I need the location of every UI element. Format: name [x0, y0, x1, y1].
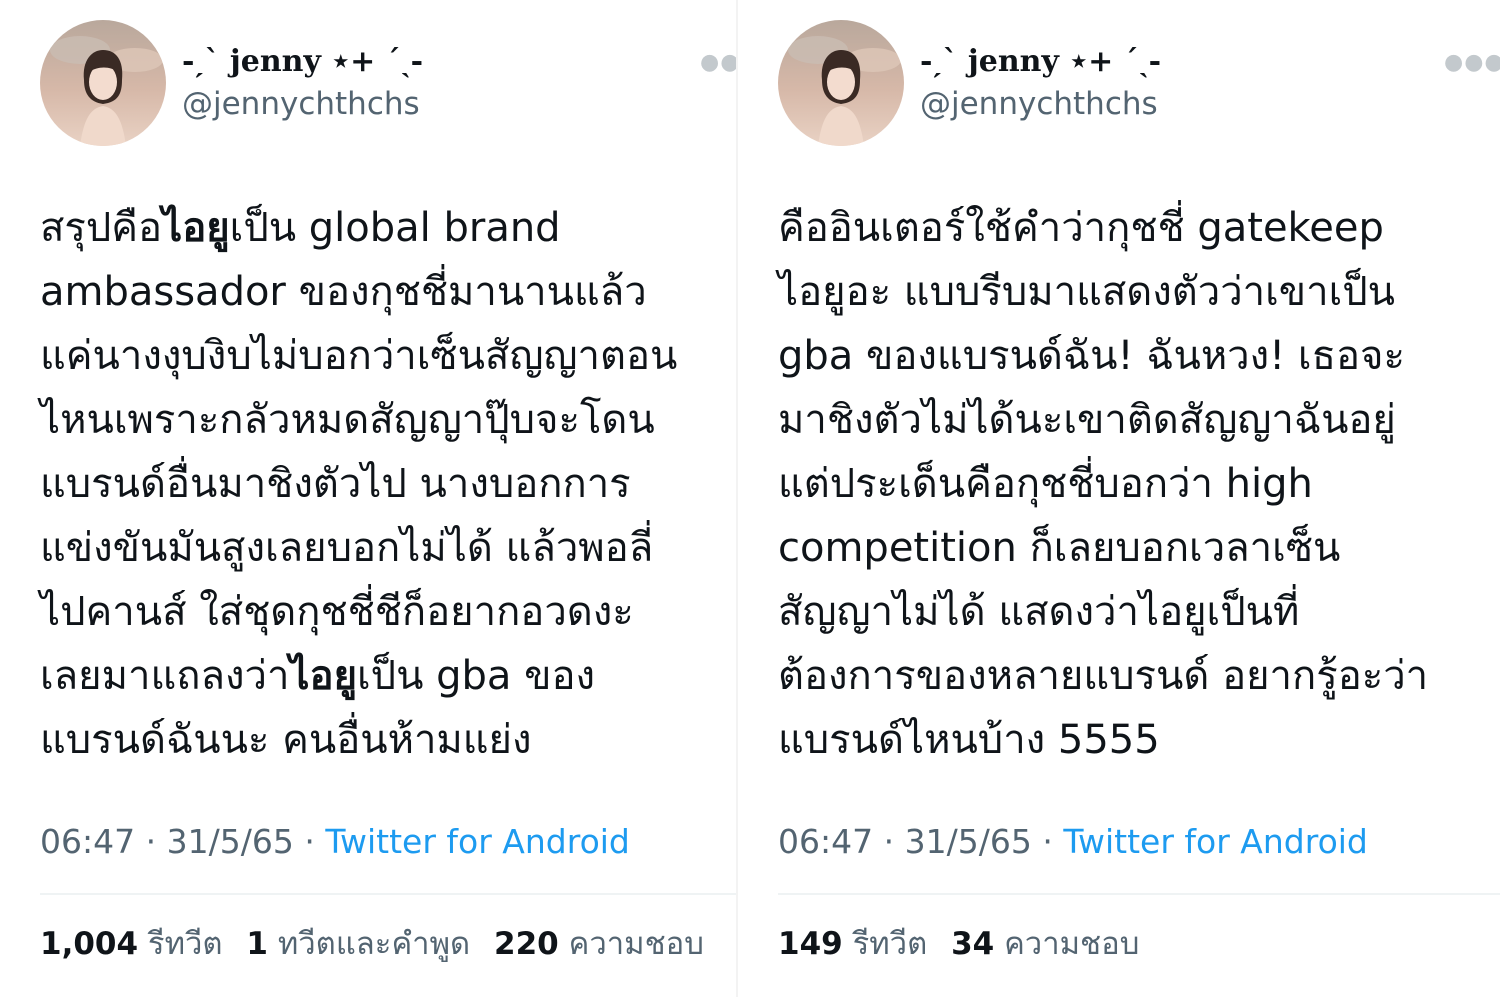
retweet-label: รีทวีต: [147, 926, 223, 962]
tweet-text-line: ไอยูอะ แบบรีบมาแสดงตัวว่าเขาเป็น: [778, 260, 1500, 324]
tweet-text-line: gba ของแบรนด์ฉัน! ฉันหวง! เธอจะ: [778, 324, 1500, 388]
quote-label: ทวีตและคำพูด: [277, 926, 471, 962]
tweet-stats: 149 รีทวีต 34 ความชอบ: [778, 918, 1139, 968]
tweet-meta: 06:47 · 31/5/65 · Twitter for Android: [778, 822, 1368, 861]
like-count: 220: [494, 926, 559, 962]
avatar[interactable]: [778, 20, 904, 146]
more-dots-icon[interactable]: ●●●: [1444, 50, 1500, 75]
display-name[interactable]: -ˏˋ jenny ⋆+ ˊˎ-: [182, 44, 423, 79]
retweet-count: 1,004: [40, 926, 139, 962]
tweet-text-line: มาชิงตัวไม่ได้นะเขาติดสัญญาฉันอยู่: [778, 388, 1500, 452]
tweet-text-bold: ไอยู: [289, 653, 357, 699]
separator: ·: [883, 822, 895, 861]
tweet-time[interactable]: 06:47: [40, 822, 135, 861]
like-label: ความชอบ: [1004, 926, 1140, 962]
tweet-text-segment: แบรนด์อื่นมาชิงตัวไป นางบอกการ: [40, 461, 631, 507]
tweet-text: สรุปคือไอยูเป็น global brand ambassador ข…: [40, 196, 736, 772]
separator: ·: [304, 822, 315, 861]
like-label: ความชอบ: [568, 926, 704, 962]
tweet-text-segment: gba ของแบรนด์ฉัน! ฉันหวง! เธอจะ: [778, 333, 1405, 379]
quotes-stat[interactable]: 1 ทวีตและคำพูด: [246, 926, 470, 962]
quote-count: 1: [246, 926, 268, 962]
tweet-text-segment: ไอยูอะ แบบรีบมาแสดงตัวว่าเขาเป็น: [778, 269, 1396, 315]
avatar[interactable]: [40, 20, 166, 146]
tweet-time[interactable]: 06:47: [778, 822, 873, 861]
tweet-text-segment: แต่ประเด็นคือกุชชี่บอกว่า high: [778, 461, 1313, 507]
tweet-date[interactable]: 31/5/65: [905, 822, 1032, 861]
tweet-stats: 1,004 รีทวีต 1 ทวีตและคำพูด 220 ความชอบ: [40, 918, 704, 968]
tweet-text-segment: แข่งขันมันสูงเลยบอกไม่ได้ แล้วพอลี่: [40, 525, 654, 571]
tweet-text-segment: แบรนด์ไหนบ้าง 5555: [778, 717, 1160, 763]
display-name[interactable]: -ˏˋ jenny ⋆+ ˊˎ-: [920, 44, 1161, 79]
tweet-right: -ˏˋ jenny ⋆+ ˊˎ- @jennychthchs ●●● คืออิ…: [738, 0, 1500, 997]
tweet-text-segment: เลยมาแถลงว่า: [40, 653, 290, 699]
tweet-text-line: แบรนด์ฉันนะ คนอื่นห้ามแย่ง: [40, 708, 736, 772]
tweet-text-line: ไหนเพราะกลัวหมดสัญญาปุ๊บจะโดน: [40, 388, 736, 452]
tweet-text-segment: ไหนเพราะกลัวหมดสัญญาปุ๊บจะโดน: [40, 397, 655, 443]
user-handle[interactable]: @jennychthchs: [920, 86, 1158, 122]
tweet-source-link[interactable]: Twitter for Android: [1063, 822, 1368, 861]
tweet-text-segment: แบรนด์ฉันนะ คนอื่นห้ามแย่ง: [40, 717, 532, 763]
avatar-image: [778, 20, 904, 146]
tweet-text-segment: มาชิงตัวไม่ได้นะเขาติดสัญญาฉันอยู่: [778, 397, 1396, 443]
tweet-text-line: ambassador ของกุชชี่มานานแล้ว: [40, 260, 736, 324]
retweets-stat[interactable]: 149 รีทวีต: [778, 926, 927, 962]
tweet-text-line: ต้องการของหลายแบรนด์ อยากรู้อะว่า: [778, 644, 1500, 708]
tweet-meta: 06:47 · 31/5/65 · Twitter for Android: [40, 822, 630, 861]
separator: ·: [1042, 822, 1053, 861]
tweet-text-segment: เป็น global brand: [229, 205, 561, 251]
tweet-text: คืออินเตอร์ใช้คำว่ากุชชี่ gatekeep ไอยูอะ…: [778, 196, 1500, 772]
tweet-text-line: เลยมาแถลงว่าไอยูเป็น gba ของ: [40, 644, 736, 708]
separator: ·: [145, 822, 157, 861]
divider: [778, 893, 1500, 895]
tweet-text-line: ไปคานส์ ใส่ชุดกุชชี่ชีก็อยากอวดงะ: [40, 580, 736, 644]
tweet-text-line: competition ก็เลยบอกเวลาเซ็น: [778, 516, 1500, 580]
tweet-text-segment: competition ก็เลยบอกเวลาเซ็น: [778, 525, 1341, 571]
tweet-text-line: คืออินเตอร์ใช้คำว่ากุชชี่ gatekeep: [778, 196, 1500, 260]
tweet-text-line: แค่นางงุบงิบไม่บอกว่าเซ็นสัญญาตอน: [40, 324, 736, 388]
screenshot-collage: -ˏˋ jenny ⋆+ ˊˎ- @jennychthchs ●●● สรุปค…: [0, 0, 1500, 997]
tweet-text-segment: สรุปคือ: [40, 205, 163, 251]
tweet-text-segment: เป็น gba ของ: [357, 653, 596, 699]
tweet-text-line: แข่งขันมันสูงเลยบอกไม่ได้ แล้วพอลี่: [40, 516, 736, 580]
tweet-text-segment: คืออินเตอร์ใช้คำว่ากุชชี่ gatekeep: [778, 205, 1384, 251]
divider: [40, 893, 736, 895]
tweet-text-bold: ไอยู: [162, 205, 230, 251]
user-handle[interactable]: @jennychthchs: [182, 86, 420, 122]
tweet-text-segment: แค่นางงุบงิบไม่บอกว่าเซ็นสัญญาตอน: [40, 333, 678, 379]
retweet-count: 149: [778, 926, 843, 962]
tweet-text-line: แต่ประเด็นคือกุชชี่บอกว่า high: [778, 452, 1500, 516]
tweet-text-line: สัญญาไม่ได้ แสดงว่าไอยูเป็นที่: [778, 580, 1500, 644]
tweet-left: -ˏˋ jenny ⋆+ ˊˎ- @jennychthchs ●●● สรุปค…: [0, 0, 736, 997]
avatar-image: [40, 20, 166, 146]
tweet-text-line: แบรนด์ไหนบ้าง 5555: [778, 708, 1500, 772]
like-count: 34: [951, 926, 995, 962]
more-dots-icon[interactable]: ●●●: [700, 50, 736, 75]
tweet-text-segment: ไปคานส์ ใส่ชุดกุชชี่ชีก็อยากอวดงะ: [40, 589, 634, 635]
tweet-text-segment: ต้องการของหลายแบรนด์ อยากรู้อะว่า: [778, 653, 1429, 699]
retweets-stat[interactable]: 1,004 รีทวีต: [40, 926, 223, 962]
tweet-date[interactable]: 31/5/65: [167, 822, 294, 861]
tweet-text-segment: ambassador ของกุชชี่มานานแล้ว: [40, 269, 647, 315]
tweet-source-link[interactable]: Twitter for Android: [325, 822, 630, 861]
tweet-text-line: สรุปคือไอยูเป็น global brand: [40, 196, 736, 260]
retweet-label: รีทวีต: [852, 926, 928, 962]
likes-stat[interactable]: 220 ความชอบ: [494, 926, 704, 962]
tweet-text-segment: สัญญาไม่ได้ แสดงว่าไอยูเป็นที่: [778, 589, 1300, 635]
tweet-text-line: แบรนด์อื่นมาชิงตัวไป นางบอกการ: [40, 452, 736, 516]
likes-stat[interactable]: 34 ความชอบ: [951, 926, 1139, 962]
